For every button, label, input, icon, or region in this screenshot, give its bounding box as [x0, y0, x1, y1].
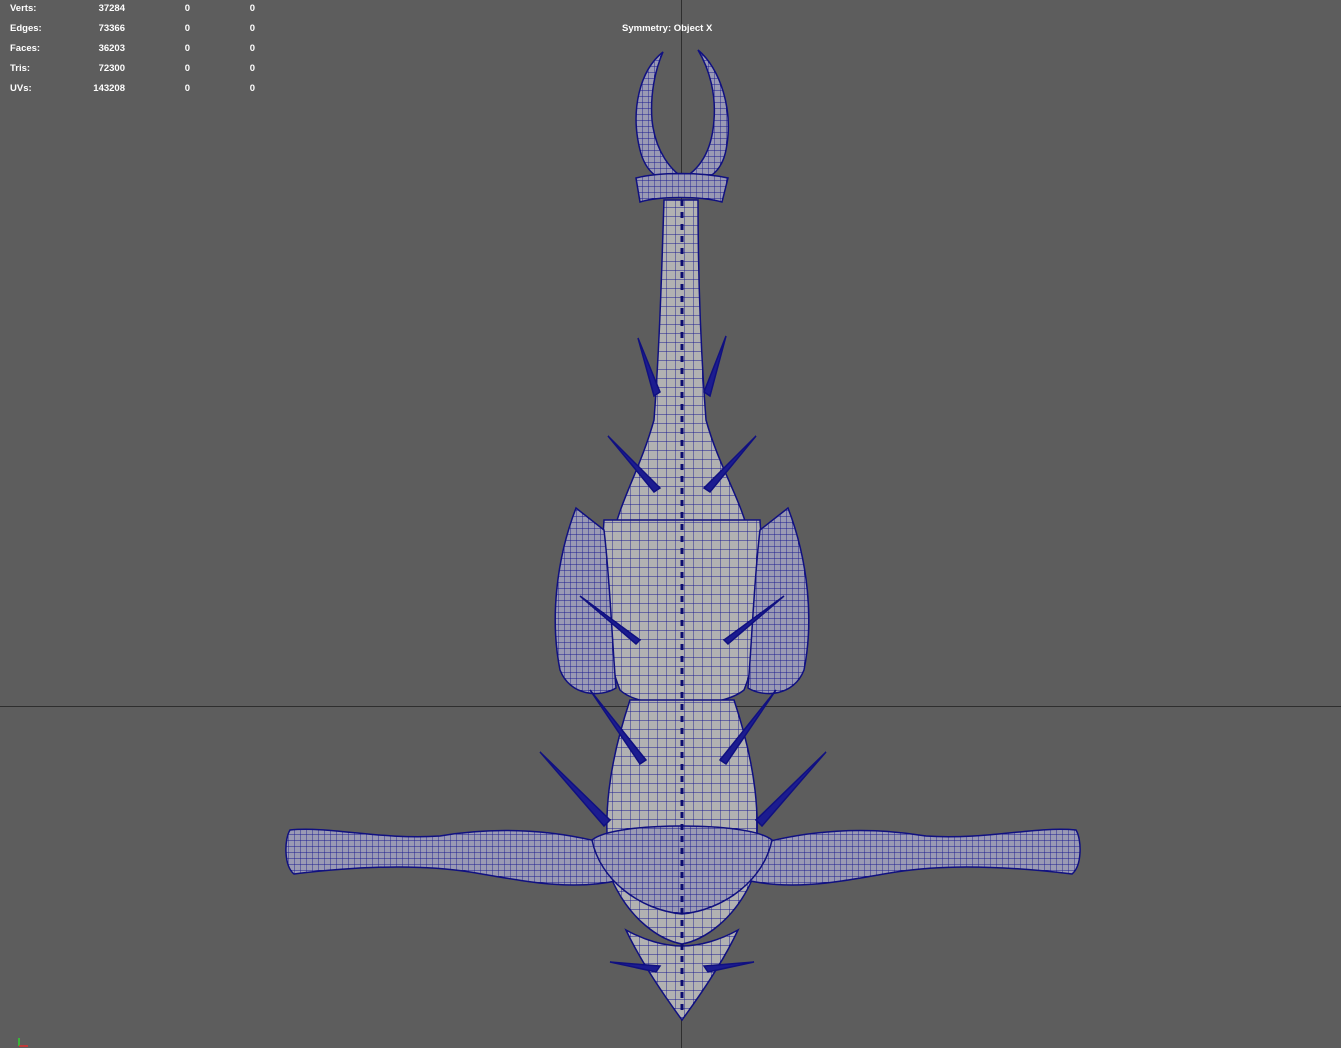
hud-label: Verts:: [10, 3, 37, 14]
hud-row-tris: Tris: 72300 0 0: [10, 63, 270, 83]
hud-selected: 0: [184, 83, 190, 94]
hud-total: 36203: [98, 43, 125, 54]
3d-viewport[interactable]: Verts: 37284 0 0 Edges: 73366 0 0 Faces:…: [0, 0, 1341, 1048]
poly-count-hud: Verts: 37284 0 0 Edges: 73366 0 0 Faces:…: [10, 3, 270, 103]
hud-extra: 0: [249, 3, 255, 14]
hud-total: 37284: [98, 3, 125, 14]
hud-row-faces: Faces: 36203 0 0: [10, 43, 270, 63]
hud-extra: 0: [249, 43, 255, 54]
hud-row-uvs: UVs: 143208 0 0: [10, 83, 270, 103]
hud-selected: 0: [184, 63, 190, 74]
creature-wireframe-model[interactable]: [0, 0, 1341, 1048]
hud-selected: 0: [184, 3, 190, 14]
axis-gizmo-icon: [18, 1038, 28, 1047]
hud-label: Edges:: [10, 23, 42, 34]
hud-label: Tris:: [10, 63, 31, 74]
hud-row-edges: Edges: 73366 0 0: [10, 23, 270, 43]
hud-total: 143208: [93, 83, 125, 94]
hud-label: UVs:: [10, 83, 32, 94]
hud-selected: 0: [184, 43, 190, 54]
hud-extra: 0: [249, 83, 255, 94]
hud-total: 73366: [98, 23, 125, 34]
hud-row-verts: Verts: 37284 0 0: [10, 3, 270, 23]
hud-selected: 0: [184, 23, 190, 34]
hud-label: Faces:: [10, 43, 41, 54]
hud-extra: 0: [249, 63, 255, 74]
symmetry-indicator: Symmetry: Object X: [622, 23, 713, 34]
hud-total: 72300: [98, 63, 125, 74]
hud-extra: 0: [249, 23, 255, 34]
